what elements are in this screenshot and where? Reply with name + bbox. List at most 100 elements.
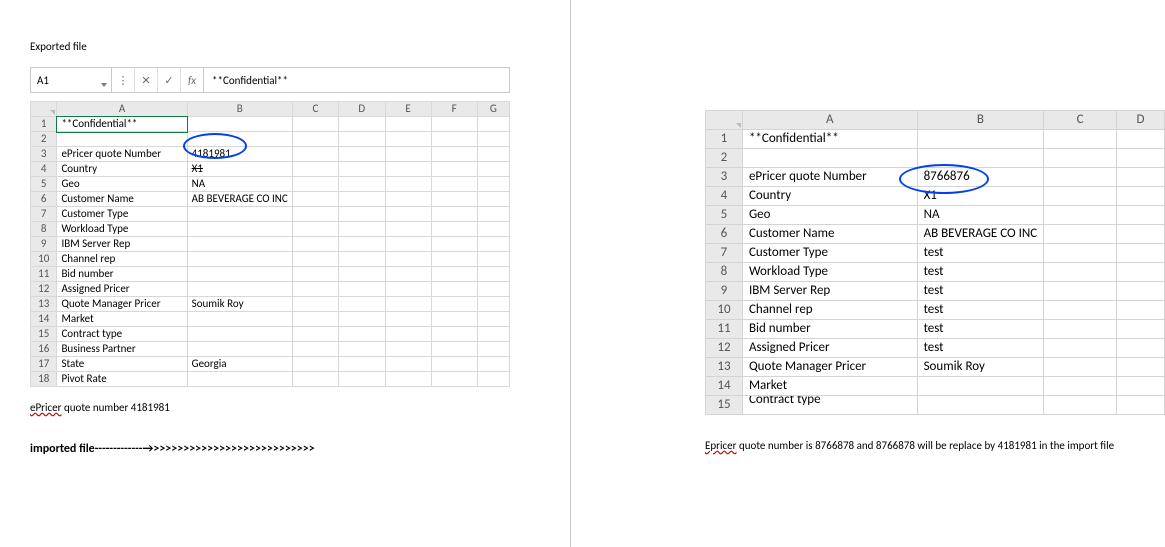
col-header[interactable]: F: [431, 102, 477, 117]
cell[interactable]: [187, 237, 292, 252]
cell[interactable]: Contract type: [742, 396, 917, 415]
cell[interactable]: [339, 237, 386, 252]
right-spreadsheet[interactable]: A B C D 1**Confidential**23ePricer quote…: [705, 110, 1165, 415]
cell[interactable]: [292, 237, 338, 252]
col-header[interactable]: B: [187, 102, 292, 117]
cell[interactable]: [1044, 168, 1117, 187]
more-icon[interactable]: ⋮: [112, 68, 135, 92]
row-header[interactable]: 7: [706, 244, 743, 263]
cell[interactable]: [339, 222, 386, 237]
row-header[interactable]: 4: [31, 162, 57, 177]
cell[interactable]: AB BEVERAGE CO INC: [187, 192, 292, 207]
cell[interactable]: [477, 162, 509, 177]
row-header[interactable]: 3: [31, 147, 57, 162]
cell[interactable]: Soumik Roy: [917, 358, 1044, 377]
select-all-corner[interactable]: [31, 102, 57, 117]
cell[interactable]: [431, 282, 477, 297]
cell[interactable]: ePricer quote Number: [57, 147, 187, 162]
cell[interactable]: Customer Name: [57, 192, 187, 207]
row-header[interactable]: 8: [706, 263, 743, 282]
cell[interactable]: test: [917, 263, 1044, 282]
cell[interactable]: [1044, 130, 1117, 149]
cell[interactable]: Assigned Pricer: [57, 282, 187, 297]
cell[interactable]: Contract type: [57, 327, 187, 342]
cell[interactable]: [742, 149, 917, 168]
cell[interactable]: [385, 327, 431, 342]
cell[interactable]: [431, 192, 477, 207]
cell[interactable]: [339, 372, 386, 387]
cell[interactable]: [477, 267, 509, 282]
cell[interactable]: test: [917, 301, 1044, 320]
cell[interactable]: [431, 327, 477, 342]
cell[interactable]: [1044, 377, 1117, 396]
cell[interactable]: [385, 237, 431, 252]
cell[interactable]: [917, 130, 1044, 149]
cell[interactable]: Workload Type: [57, 222, 187, 237]
cell[interactable]: [477, 297, 509, 312]
cell[interactable]: [385, 162, 431, 177]
cell[interactable]: [292, 222, 338, 237]
cell[interactable]: [1117, 206, 1165, 225]
cell[interactable]: [292, 252, 338, 267]
cell[interactable]: [1117, 225, 1165, 244]
row-header[interactable]: 2: [31, 132, 57, 147]
cell[interactable]: **Confidential**: [742, 130, 917, 149]
cell[interactable]: test: [917, 339, 1044, 358]
cell[interactable]: [1117, 187, 1165, 206]
cell[interactable]: [431, 117, 477, 132]
cell[interactable]: [431, 237, 477, 252]
cell[interactable]: [339, 252, 386, 267]
cell[interactable]: [57, 132, 187, 147]
col-header[interactable]: E: [385, 102, 431, 117]
cell[interactable]: AB BEVERAGE CO INC: [917, 225, 1044, 244]
cell[interactable]: [187, 342, 292, 357]
cell[interactable]: [1044, 339, 1117, 358]
row-header[interactable]: 14: [31, 312, 57, 327]
cell[interactable]: [187, 222, 292, 237]
cell[interactable]: [385, 132, 431, 147]
cell[interactable]: [292, 372, 338, 387]
row-header[interactable]: 14: [706, 377, 743, 396]
cell[interactable]: [385, 252, 431, 267]
cell[interactable]: [187, 252, 292, 267]
cell[interactable]: Quote Manager Pricer: [742, 358, 917, 377]
col-header[interactable]: B: [917, 111, 1044, 130]
cell[interactable]: Market: [57, 312, 187, 327]
cell[interactable]: [477, 372, 509, 387]
cell[interactable]: [339, 342, 386, 357]
cell[interactable]: [1044, 320, 1117, 339]
cell[interactable]: [1044, 206, 1117, 225]
row-header[interactable]: 1: [706, 130, 743, 149]
cell[interactable]: [1044, 301, 1117, 320]
cell[interactable]: [431, 177, 477, 192]
cell[interactable]: X1: [187, 162, 292, 177]
row-header[interactable]: 12: [31, 282, 57, 297]
cell[interactable]: NA: [187, 177, 292, 192]
row-header[interactable]: 17: [31, 357, 57, 372]
cell[interactable]: [1117, 396, 1165, 415]
namebox-dropdown-icon[interactable]: [101, 77, 107, 90]
row-header[interactable]: 5: [31, 177, 57, 192]
cell[interactable]: [1044, 263, 1117, 282]
cell[interactable]: [385, 357, 431, 372]
fx-icon[interactable]: fx: [181, 68, 204, 92]
cell[interactable]: [339, 267, 386, 282]
row-header[interactable]: 11: [31, 267, 57, 282]
cell[interactable]: [477, 327, 509, 342]
cell[interactable]: Georgia: [187, 357, 292, 372]
cell[interactable]: [431, 222, 477, 237]
row-header[interactable]: 11: [706, 320, 743, 339]
col-header[interactable]: A: [742, 111, 917, 130]
cell[interactable]: [292, 312, 338, 327]
row-header[interactable]: 9: [31, 237, 57, 252]
cell[interactable]: [917, 396, 1044, 415]
cell[interactable]: [187, 207, 292, 222]
cell[interactable]: [339, 312, 386, 327]
cell[interactable]: Bid number: [742, 320, 917, 339]
cell[interactable]: [292, 342, 338, 357]
col-header[interactable]: G: [477, 102, 509, 117]
formula-value[interactable]: **Confidential**: [204, 74, 509, 87]
cell[interactable]: [292, 327, 338, 342]
cell[interactable]: [1117, 301, 1165, 320]
cell[interactable]: [1117, 130, 1165, 149]
